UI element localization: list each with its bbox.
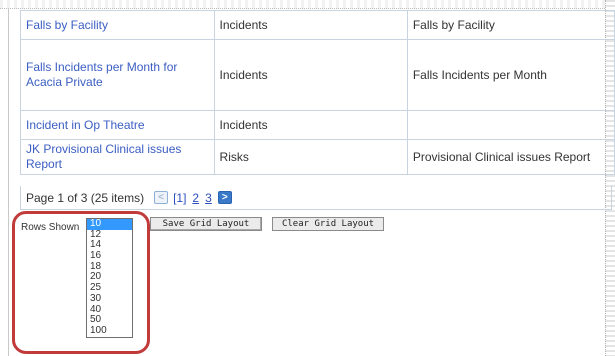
pager-info: Page 1 of 3 (25 items) [26, 190, 145, 205]
table-row[interactable]: JK Provisional Clinical issues Report Ri… [20, 139, 615, 175]
frame-border [8, 8, 9, 356]
page-current: [1] [173, 190, 187, 205]
page-link-3[interactable]: 3 [205, 191, 212, 205]
table-row[interactable]: Falls Incidents per Month for Acacia Pri… [20, 39, 615, 111]
report-link[interactable]: Falls Incidents per Month for Acacia Pri… [20, 39, 215, 111]
report-title-cell: Falls Incidents per Month [406, 39, 615, 111]
report-title-cell: Provisional Clinical issues Report [406, 139, 615, 175]
page-link-2[interactable]: 2 [192, 191, 199, 205]
module-cell: Incidents [213, 10, 408, 40]
save-grid-layout-button[interactable]: Save Grid Layout [150, 217, 262, 231]
prev-page-icon[interactable]: < [154, 191, 169, 204]
report-link[interactable]: JK Provisional Clinical issues Report [20, 139, 215, 175]
pager: Page 1 of 3 (25 items) < [1] 2 3 > [20, 186, 612, 210]
clear-grid-layout-button[interactable]: Clear Grid Layout [272, 217, 384, 231]
torn-edge-top [0, 0, 615, 9]
table-row[interactable]: Incident in Op Theatre Incidents [20, 110, 615, 140]
report-title-cell [406, 110, 615, 140]
report-link[interactable]: Incident in Op Theatre [20, 110, 215, 140]
next-page-icon[interactable]: > [217, 191, 232, 204]
report-link[interactable]: Falls by Facility [20, 10, 215, 40]
module-cell: Risks [213, 139, 408, 175]
table-row[interactable]: Falls by Facility Incidents Falls by Fac… [20, 10, 615, 40]
module-cell: Incidents [213, 110, 408, 140]
module-cell: Incidents [213, 39, 408, 111]
report-title-cell: Falls by Facility [406, 10, 615, 40]
reports-grid: Falls by Facility Incidents Falls by Fac… [20, 10, 615, 175]
highlight-annotation [12, 211, 150, 354]
